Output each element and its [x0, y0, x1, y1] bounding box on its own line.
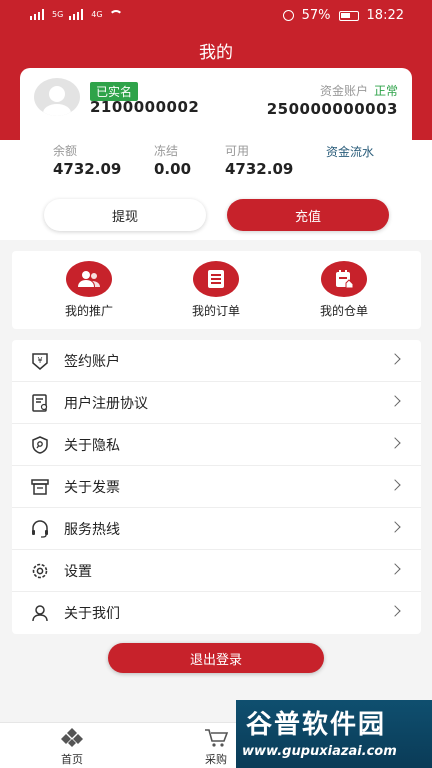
menu-item-label: 设置	[64, 564, 92, 580]
chevron-right-icon	[389, 479, 401, 491]
menu-item-settings[interactable]: 设置	[12, 550, 421, 592]
page-title: 我的	[199, 43, 233, 63]
status-bar: 5G 4G 57% 18:22	[0, 0, 432, 32]
fund-account-status: 正常	[373, 84, 398, 98]
status-right: 57% 18:22	[282, 8, 404, 23]
invoice-icon	[30, 477, 50, 497]
menu-item-service-hotline[interactable]: 服务热线	[12, 508, 421, 550]
status-time: 18:22	[366, 8, 404, 23]
alarm-icon	[282, 10, 294, 21]
users-icon	[66, 261, 112, 297]
person-icon	[30, 603, 50, 623]
frozen-label: 冻结	[154, 144, 179, 158]
chevron-right-icon	[389, 605, 401, 617]
settings-menu: ¥ 签约账户 用户注册协议 关于隐私 关于发票 服务热线 设置 关于我们	[12, 340, 421, 634]
fund-account-label: 资金账户	[319, 84, 368, 98]
nav-item-label: 首页	[61, 753, 83, 766]
withdraw-button[interactable]: 提现	[44, 199, 206, 231]
available-label: 可用	[225, 144, 250, 158]
logout-button[interactable]: 退出登录	[108, 643, 324, 673]
signal-icon	[69, 9, 85, 20]
document-user-icon	[30, 393, 50, 413]
user-id: 2100000002	[90, 98, 200, 116]
site-watermark: 谷普软件园 www.gupuxiazai.com	[236, 700, 432, 768]
shortcut-my-orders[interactable]: 我的订单	[166, 261, 266, 319]
shortcut-my-promotion[interactable]: 我的推广	[39, 261, 139, 319]
available-value: 4732.09	[225, 160, 294, 178]
chevron-right-icon	[389, 395, 401, 407]
menu-item-label: 关于隐私	[64, 438, 120, 454]
menu-item-label: 关于我们	[64, 606, 120, 622]
recharge-button[interactable]: 充值	[227, 199, 389, 231]
privacy-shield-icon	[30, 435, 50, 455]
nav-item-home[interactable]: 首页	[42, 727, 102, 767]
avatar[interactable]	[34, 78, 80, 116]
menu-item-registration-agreement[interactable]: 用户注册协议	[12, 382, 421, 424]
yuan-shield-icon: ¥	[30, 351, 50, 371]
shortcut-my-warehouse-receipts[interactable]: 我的仓单	[294, 261, 394, 319]
warehouse-receipt-icon	[321, 261, 367, 297]
shortcut-label: 我的推广	[64, 304, 113, 318]
shortcut-panel: 我的推广 我的订单 我的仓单	[12, 251, 421, 329]
headset-icon	[30, 519, 50, 539]
menu-item-label: 关于发票	[64, 480, 120, 496]
fund-account-number: 250000000003	[266, 100, 398, 118]
battery-icon	[338, 10, 359, 21]
cart-icon	[203, 727, 229, 749]
gear-icon	[30, 561, 50, 581]
menu-item-signed-account[interactable]: ¥ 签约账户	[12, 340, 421, 382]
menu-item-label: 用户注册协议	[64, 396, 148, 412]
status-left: 5G 4G	[30, 9, 123, 20]
frozen-value: 0.00	[154, 160, 192, 178]
signal-icon	[30, 9, 46, 20]
chevron-right-icon	[389, 353, 401, 365]
watermark-url: www.gupuxiazai.com	[242, 744, 397, 759]
menu-item-privacy[interactable]: 关于隐私	[12, 424, 421, 466]
menu-item-label: 签约账户	[64, 354, 120, 370]
list-icon	[193, 261, 239, 297]
network-type: 4G	[91, 10, 103, 19]
chevron-right-icon	[389, 563, 401, 575]
watermark-title: 谷普软件园	[246, 710, 387, 740]
home-icon	[59, 727, 85, 749]
battery-percent: 57%	[301, 8, 331, 23]
svg-text:¥: ¥	[37, 356, 42, 365]
menu-item-label: 服务热线	[64, 522, 120, 538]
menu-item-about-us[interactable]: 关于我们	[12, 592, 421, 634]
balance-value: 4732.09	[53, 160, 122, 178]
menu-item-invoice[interactable]: 关于发票	[12, 466, 421, 508]
network-type: 5G	[52, 10, 64, 19]
chevron-right-icon	[389, 521, 401, 533]
balance-label: 余额	[53, 144, 78, 158]
chevron-right-icon	[389, 437, 401, 449]
shortcut-label: 我的订单	[191, 304, 240, 318]
shortcut-label: 我的仓单	[319, 304, 368, 318]
account-card-top: 已实名 2100000002 资金账户 正常 250000000003	[20, 68, 412, 140]
wifi-icon	[108, 9, 123, 20]
fund-flow-link[interactable]: 资金流水	[326, 143, 374, 160]
